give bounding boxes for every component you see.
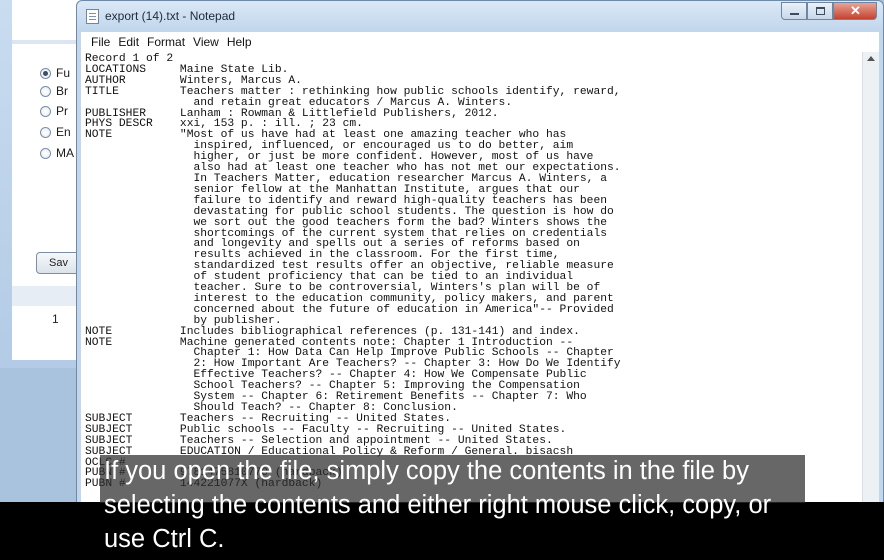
radio-button[interactable] <box>40 126 51 138</box>
radio-option-2[interactable]: Br <box>40 84 68 98</box>
radio-label: Br <box>56 84 68 98</box>
radio-option-4[interactable]: En <box>40 125 71 139</box>
radio-button[interactable] <box>40 85 51 97</box>
text-line: we sort out the good teachers form the b… <box>85 216 608 229</box>
background-strip <box>12 286 82 306</box>
maximize-icon <box>816 7 825 15</box>
background-window: Fu Br Pr En MA Sav 1 <box>0 0 84 368</box>
text-line: and retain great educators / Marcus A. W… <box>85 96 513 109</box>
radio-label: MA <box>56 146 74 160</box>
title-bar[interactable]: export (14).txt - Notepad ✕ <box>77 1 883 31</box>
close-icon: ✕ <box>850 3 861 18</box>
radio-button[interactable] <box>40 105 51 117</box>
radio-option-5[interactable]: MA <box>40 146 74 160</box>
divider <box>12 40 82 44</box>
tutorial-caption: If you open the file, simply copy the co… <box>104 457 772 553</box>
radio-button[interactable] <box>40 147 51 159</box>
background-window-content <box>12 0 82 360</box>
window-title: export (14).txt - Notepad <box>105 9 236 23</box>
text-line: devastating for public school students. … <box>85 205 614 218</box>
text-line: TITLE Teachers matter : rethinking how p… <box>85 85 621 98</box>
menu-edit[interactable]: Edit <box>114 35 143 49</box>
scroll-up-icon[interactable] <box>867 56 875 61</box>
text-line: SUBJECT Teachers -- Selection and appoin… <box>85 434 553 447</box>
page-number[interactable]: 1 <box>52 312 59 326</box>
minimize-button[interactable] <box>781 2 807 20</box>
window-controls: ✕ <box>781 2 877 20</box>
vertical-scrollbar[interactable] <box>862 52 879 559</box>
radio-label: Pr <box>56 104 68 118</box>
minimize-icon <box>790 13 799 15</box>
close-button[interactable]: ✕ <box>833 2 877 20</box>
menu-file[interactable]: File <box>87 35 114 49</box>
radio-label: En <box>56 125 71 139</box>
menu-bar: File Edit Format View Help <box>81 32 879 52</box>
radio-option-3[interactable]: Pr <box>40 104 68 118</box>
text-line: NOTE Includes bibliographical references… <box>85 325 580 338</box>
radio-label: Fu <box>56 66 71 80</box>
menu-help[interactable]: Help <box>223 35 256 49</box>
maximize-button[interactable] <box>807 2 833 20</box>
menu-format[interactable]: Format <box>143 35 189 49</box>
radio-button-checked[interactable] <box>40 67 51 79</box>
radio-option-1[interactable]: Fu <box>40 66 70 80</box>
menu-view[interactable]: View <box>189 35 223 49</box>
notepad-icon <box>86 9 99 24</box>
document-text[interactable]: Record 1 of 2 LOCATIONS Maine State Lib. A… <box>85 53 621 490</box>
